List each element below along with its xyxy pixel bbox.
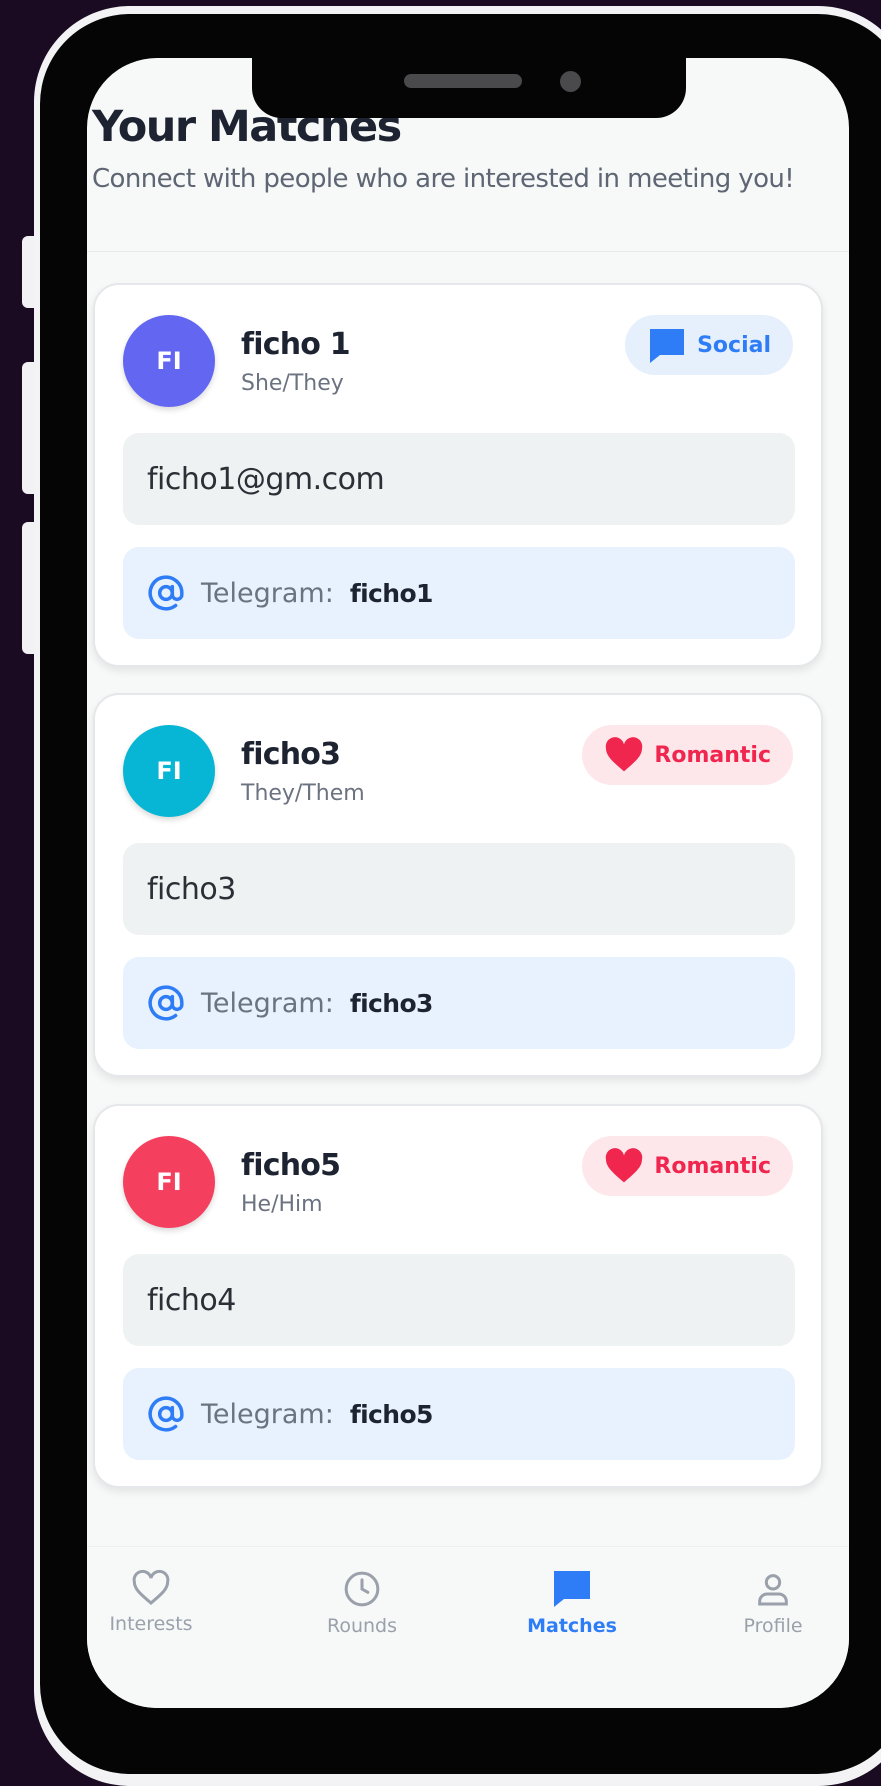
clock-icon	[344, 1571, 380, 1607]
avatar: FI	[123, 725, 215, 817]
match-pronouns: They/Them	[241, 781, 365, 806]
nav-item-matches[interactable]: Matches	[502, 1569, 642, 1637]
page-subtitle: Connect with people who are interested i…	[92, 164, 795, 194]
heart-icon	[606, 1148, 643, 1183]
header-divider	[87, 251, 849, 252]
heart-outline-icon	[132, 1569, 170, 1605]
telegram-label: Telegram:	[201, 1398, 334, 1430]
match-card: FI ficho3 They/Them Romantic ficho3 Tele…	[93, 693, 823, 1077]
notch-speaker	[404, 74, 522, 88]
badge-label: Social	[697, 332, 771, 358]
badge-label: Romantic	[654, 742, 771, 768]
notch-camera	[560, 71, 581, 92]
contact-value: ficho3	[147, 871, 236, 907]
telegram-handle[interactable]: ficho5	[350, 1400, 434, 1429]
nav-label: Interests	[109, 1613, 193, 1635]
match-card: FI ficho 1 She/They Social ficho1@gm.com…	[93, 283, 823, 667]
telegram-handle[interactable]: ficho1	[350, 579, 434, 608]
chat-bubble-icon	[650, 329, 685, 363]
match-card: FI ficho5 He/Him Romantic ficho4 Telegra…	[93, 1104, 823, 1488]
app-screen: Your Matches Connect with people who are…	[87, 58, 849, 1708]
telegram-row[interactable]: Telegram: ficho3	[123, 957, 795, 1049]
at-sign-icon	[148, 985, 184, 1021]
nav-label: Rounds	[326, 1615, 398, 1637]
telegram-label: Telegram:	[201, 577, 334, 609]
telegram-row[interactable]: Telegram: ficho1	[123, 547, 795, 639]
badge-label: Romantic	[654, 1153, 771, 1179]
person-icon	[758, 1574, 788, 1606]
match-type-badge: Romantic	[582, 725, 793, 785]
nav-label: Profile	[743, 1615, 803, 1637]
phone-notch	[252, 58, 686, 118]
contact-info: ficho3	[123, 843, 795, 935]
match-name: ficho 1	[241, 327, 351, 362]
contact-info: ficho1@gm.com	[123, 433, 795, 525]
nav-label: Matches	[527, 1615, 617, 1637]
nav-item-profile[interactable]: Profile	[703, 1569, 843, 1637]
match-name: ficho3	[241, 737, 341, 772]
match-pronouns: She/They	[241, 371, 344, 396]
telegram-handle[interactable]: ficho3	[350, 989, 434, 1018]
nav-item-rounds[interactable]: Rounds	[292, 1569, 432, 1637]
match-type-badge: Romantic	[582, 1136, 793, 1196]
contact-info: ficho4	[123, 1254, 795, 1346]
contact-value: ficho1@gm.com	[147, 461, 385, 497]
nav-item-interests[interactable]: Interests	[87, 1569, 221, 1635]
chat-bubble-icon	[554, 1571, 590, 1607]
avatar: FI	[123, 315, 215, 407]
match-pronouns: He/Him	[241, 1192, 323, 1217]
telegram-label: Telegram:	[201, 987, 334, 1019]
telegram-row[interactable]: Telegram: ficho5	[123, 1368, 795, 1460]
bottom-nav: Interests Rounds Matches Profile	[87, 1546, 849, 1708]
match-type-badge: Social	[625, 315, 793, 375]
contact-value: ficho4	[147, 1282, 236, 1318]
at-sign-icon	[148, 1396, 184, 1432]
match-name: ficho5	[241, 1148, 341, 1183]
avatar: FI	[123, 1136, 215, 1228]
at-sign-icon	[148, 575, 184, 611]
heart-icon	[606, 737, 643, 772]
